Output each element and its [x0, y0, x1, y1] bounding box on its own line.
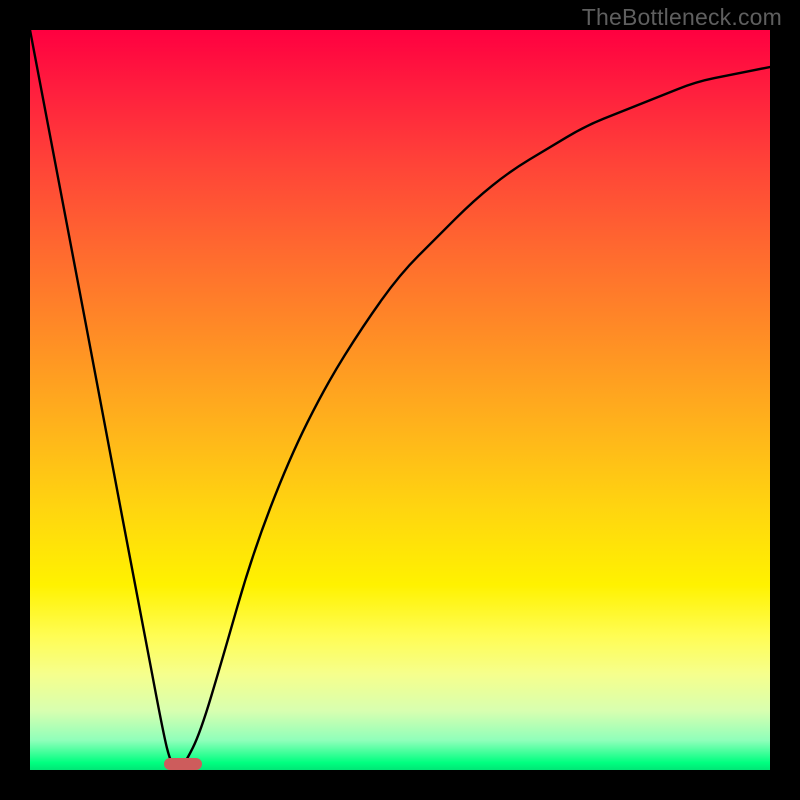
- watermark-text: TheBottleneck.com: [582, 4, 782, 31]
- plot-area: [30, 30, 770, 770]
- bottleneck-curve: [30, 30, 770, 768]
- optimal-marker: [164, 758, 202, 770]
- chart-frame: TheBottleneck.com: [0, 0, 800, 800]
- curve-svg: [30, 30, 770, 770]
